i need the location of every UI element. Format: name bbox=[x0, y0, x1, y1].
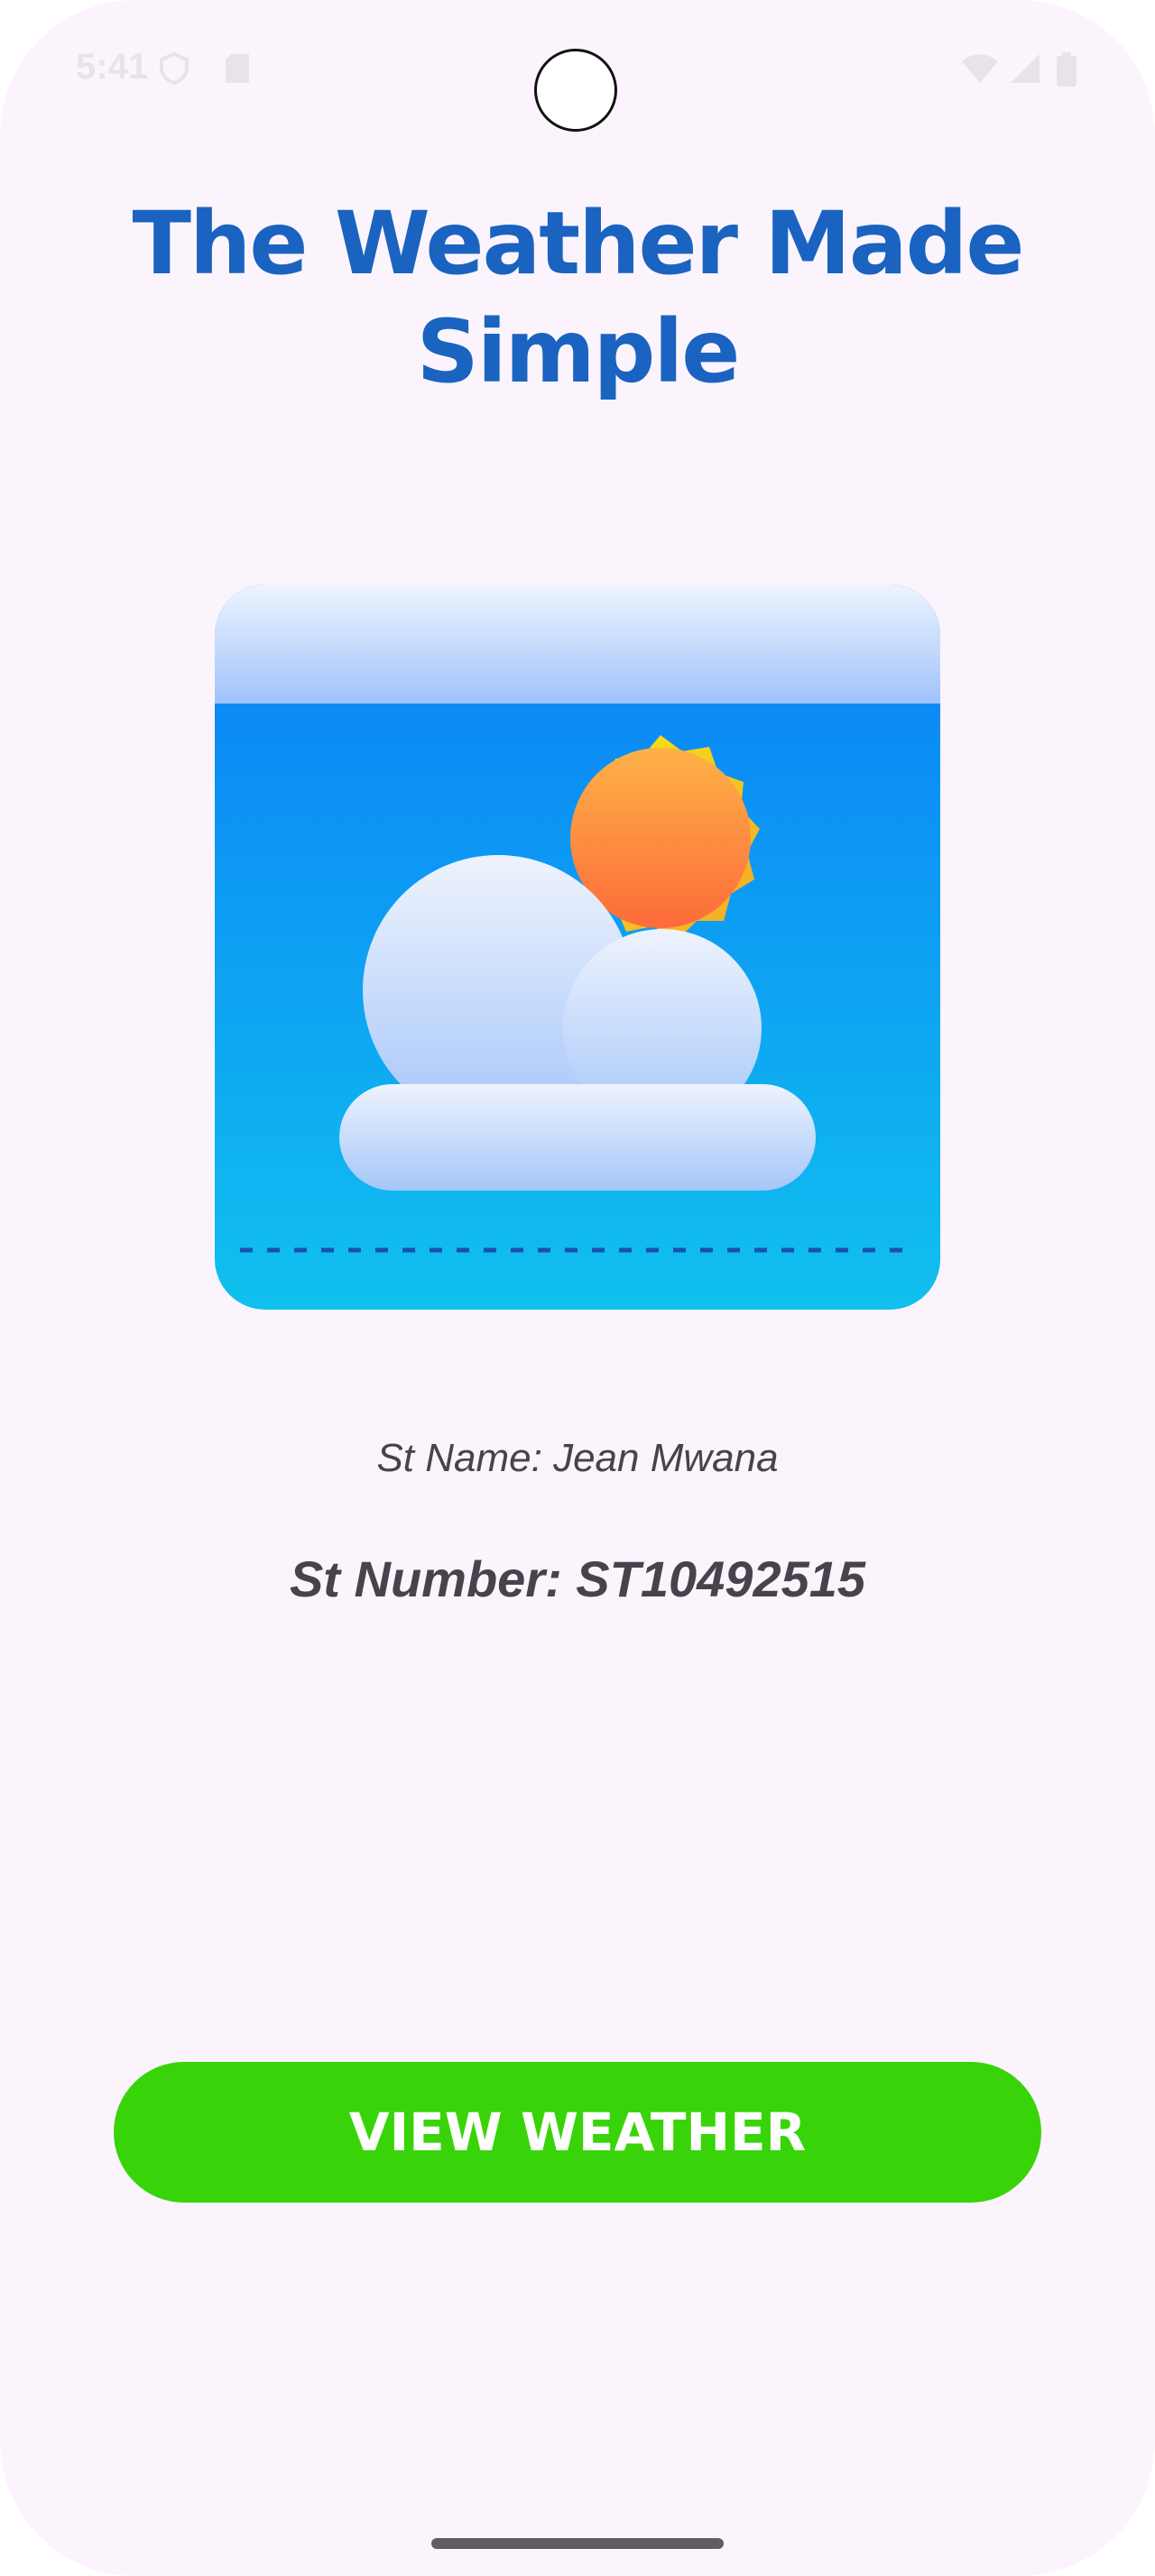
phone-screen: 5:41 The Weather Made Simple St Name: Je… bbox=[0, 0, 1155, 2576]
wifi-icon bbox=[960, 52, 1000, 85]
status-bar: 5:41 bbox=[0, 0, 1155, 135]
student-number: St Number: ST10492515 bbox=[289, 1550, 866, 1607]
cellular-signal-icon bbox=[1009, 52, 1041, 85]
sim-card-icon bbox=[224, 52, 254, 83]
home-indicator[interactable] bbox=[431, 2538, 724, 2549]
view-weather-button[interactable]: VIEW WEATHER bbox=[114, 2062, 1041, 2203]
front-camera bbox=[534, 49, 617, 132]
battery-icon bbox=[1056, 52, 1077, 87]
page-title: The Weather Made Simple bbox=[132, 193, 1025, 402]
status-time: 5:41 bbox=[76, 47, 149, 87]
shield-icon bbox=[159, 51, 189, 86]
weather-partly-cloudy-icon bbox=[215, 584, 940, 1310]
student-name: St Name: Jean Mwana bbox=[376, 1436, 779, 1480]
